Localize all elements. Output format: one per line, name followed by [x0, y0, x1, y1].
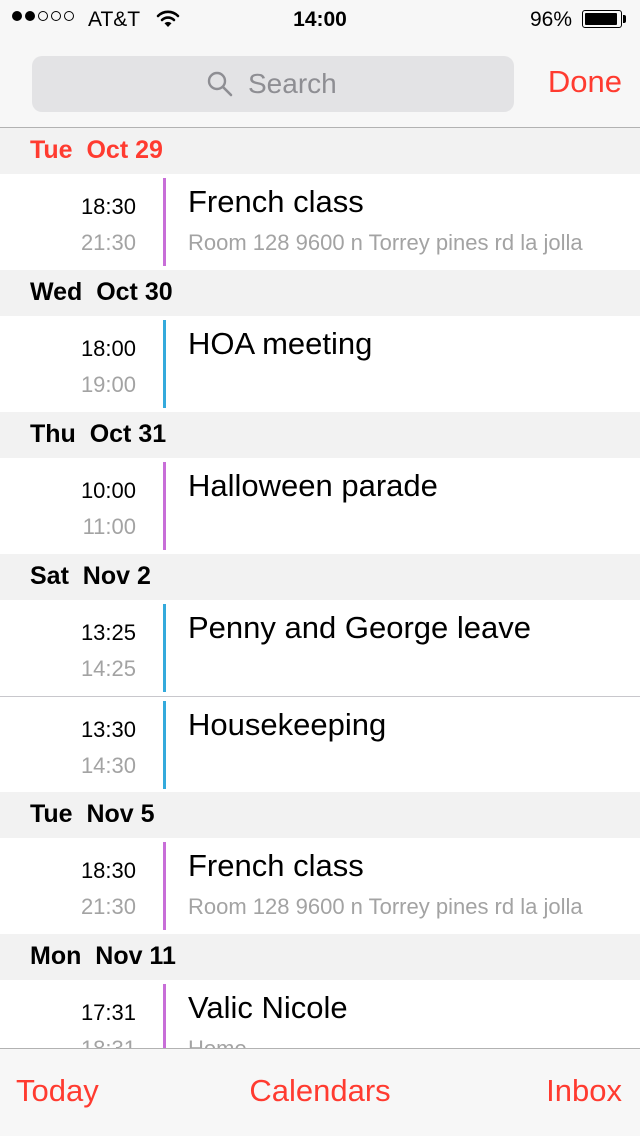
- day-header: Tue Nov 5: [0, 792, 640, 838]
- event-row[interactable]: 13:25 14:25 Penny and George leave: [0, 600, 640, 696]
- event-title: Housekeeping: [188, 707, 387, 742]
- event-start-time: 18:00: [80, 336, 136, 361]
- day-header-label: Tue Nov 5: [30, 800, 155, 828]
- event-title: Halloween parade: [188, 468, 438, 503]
- event-start-time: 17:31: [80, 1000, 136, 1025]
- calendar-color-bar: [163, 701, 166, 789]
- event-start-time: 18:30: [80, 858, 136, 883]
- day-header: Thu Oct 31: [0, 412, 640, 458]
- event-end-time: 21:30: [80, 894, 136, 919]
- event-start-time: 10:00: [80, 478, 136, 503]
- event-end-time: 18:31: [81, 1036, 136, 1048]
- event-start-time: 13:25: [80, 620, 136, 645]
- event-title: Penny and George leave: [188, 610, 531, 645]
- event-end-time: 11:00: [82, 514, 136, 539]
- day-header: Mon Nov 11: [0, 934, 640, 980]
- calendar-color-bar: [163, 320, 166, 408]
- event-title: Valic Nicole: [188, 990, 348, 1025]
- calendar-color-bar: [163, 178, 166, 266]
- search-input[interactable]: Search: [32, 56, 514, 112]
- status-bar: AT&T 14:00 96%: [0, 0, 640, 40]
- event-title: French class: [188, 184, 364, 219]
- event-list[interactable]: Tue Oct 29 18:30 21:30 French class Room 128…: [0, 128, 640, 1048]
- calendar-color-bar: [163, 462, 166, 550]
- event-row[interactable]: 18:00 19:00 HOA meeting: [0, 316, 640, 412]
- day-header: Tue Oct 29: [0, 128, 640, 174]
- day-header-label: Wed Oct 30: [30, 278, 173, 306]
- event-title: HOA meeting: [188, 326, 373, 361]
- tab-bar: Today Calendars Inbox: [0, 1048, 640, 1136]
- event-end-time: 19:00: [80, 372, 136, 397]
- search-icon: [206, 70, 234, 98]
- event-end-time: 21:30: [80, 230, 136, 255]
- inbox-button[interactable]: Inbox: [546, 1073, 622, 1109]
- battery-percentage: 96%: [529, 8, 572, 31]
- event-end-time: 14:30: [80, 753, 136, 778]
- calendar-color-bar: [163, 842, 166, 930]
- search-placeholder: Search: [248, 68, 337, 99]
- event-location: Room 128 9600 n Torrey pines rd la jolla: [188, 894, 583, 919]
- event-row[interactable]: 18:30 21:30 French class Room 128 9600 n To…: [0, 838, 640, 934]
- day-header-label: Tue Oct 29: [30, 136, 163, 164]
- day-header-label: Thu Oct 31: [30, 420, 167, 448]
- event-row[interactable]: 17:31 18:31 Valic Nicole Home: [0, 980, 640, 1048]
- event-location: Room 128 9600 n Torrey pines rd la jolla: [188, 230, 583, 255]
- done-button[interactable]: Done: [548, 64, 622, 100]
- day-header-label: Sat Nov 2: [30, 562, 151, 590]
- event-row[interactable]: 13:30 14:30 Housekeeping: [0, 696, 640, 792]
- event-row[interactable]: 10:00 11:00 Halloween parade: [0, 458, 640, 554]
- search-header: Search Done: [0, 40, 640, 128]
- calendars-button[interactable]: Calendars: [0, 1073, 640, 1109]
- event-location: Home: [188, 1036, 610, 1048]
- calendar-color-bar: [163, 984, 166, 1048]
- event-end-time: 14:25: [80, 656, 136, 681]
- day-header: Sat Nov 2: [0, 554, 640, 600]
- event-start-time: 18:30: [80, 194, 136, 219]
- event-start-time: 13:30: [80, 717, 136, 742]
- event-row[interactable]: 18:30 21:30 French class Room 128 9600 n To…: [0, 174, 640, 270]
- event-title: French class: [188, 848, 364, 883]
- battery-icon: [582, 10, 628, 30]
- calendar-color-bar: [163, 604, 166, 692]
- day-header: Wed Oct 30: [0, 270, 640, 316]
- day-header-label: Mon Nov 11: [30, 942, 176, 970]
